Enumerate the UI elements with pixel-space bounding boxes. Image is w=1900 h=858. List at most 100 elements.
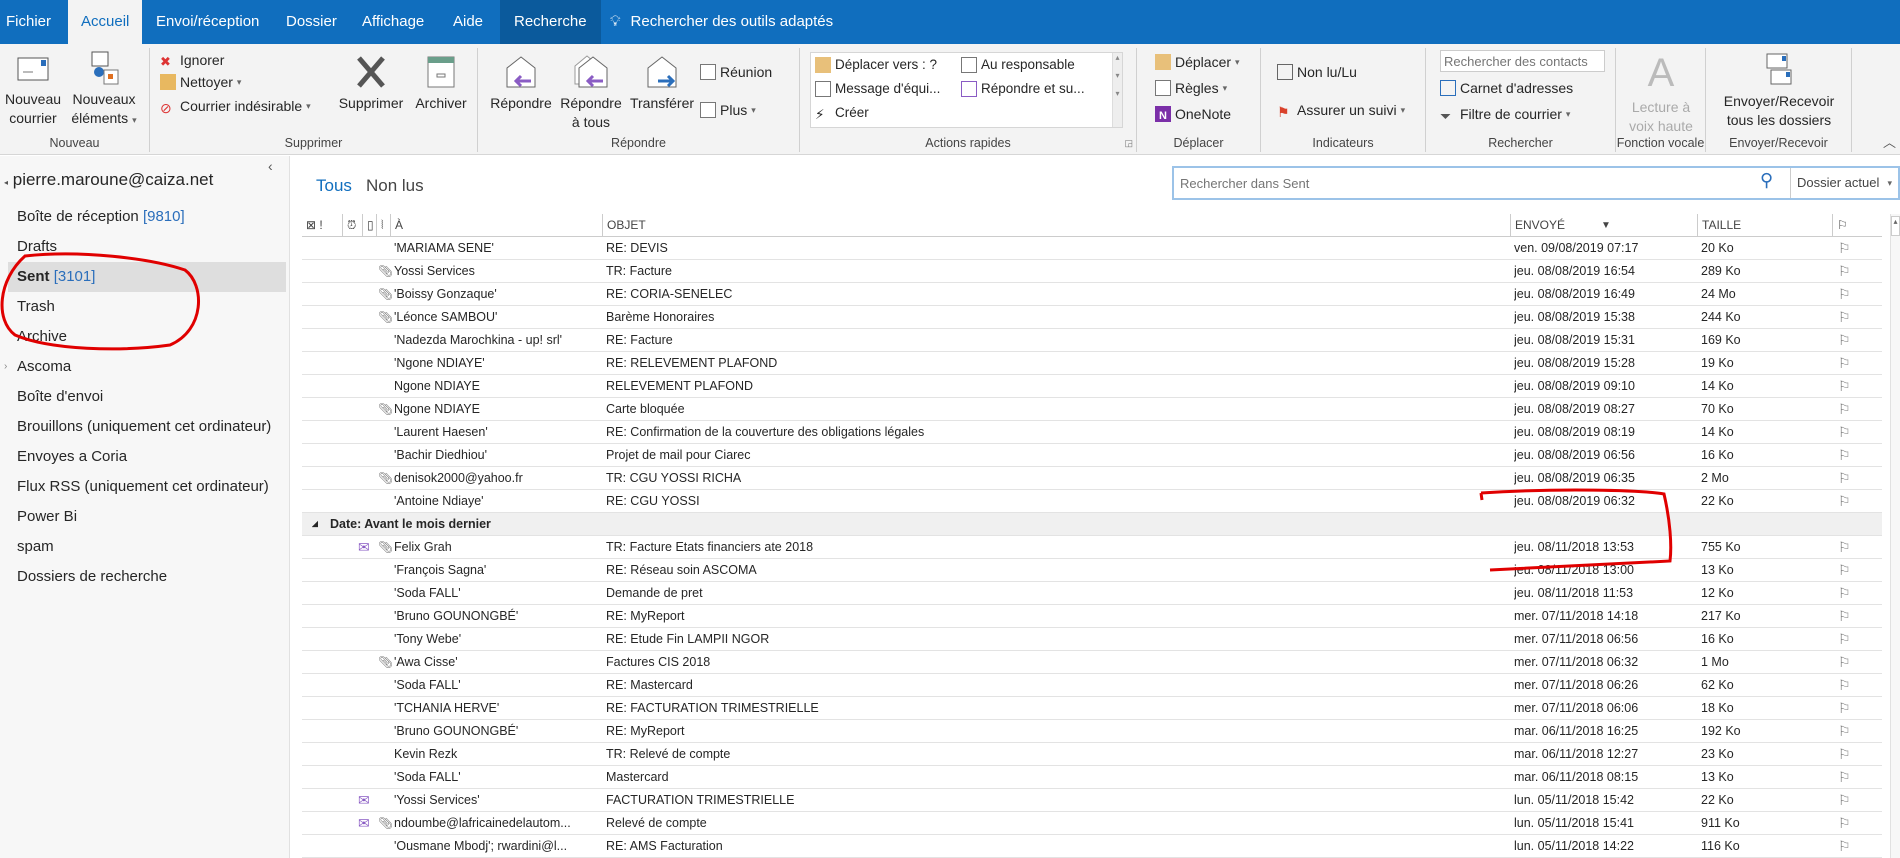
collapse-ribbon-icon[interactable]: ︿ xyxy=(1883,132,1896,151)
column-flag-icon[interactable]: ⚐ xyxy=(1832,214,1848,237)
flag-icon[interactable]: ⚐ xyxy=(1838,835,1851,857)
folder-item[interactable]: Trash xyxy=(8,292,286,322)
account-header[interactable]: ◂ pierre.maroune@caiza.net xyxy=(4,170,213,190)
message-row[interactable]: 'Bruno GOUNONGBÉ' RE: MyReport mar. 06/11/… xyxy=(302,720,1882,743)
tab-affichage[interactable]: Affichage xyxy=(352,0,434,44)
column-reminder-icon[interactable]: ⏰︎ xyxy=(342,214,356,237)
flag-icon[interactable]: ⚐ xyxy=(1838,628,1851,650)
message-row[interactable]: Kevin Rezk TR: Relevé de compte mar. 06/11… xyxy=(302,743,1882,766)
flag-icon[interactable]: ⚐ xyxy=(1838,789,1851,811)
dialog-launcher-icon[interactable]: ◲ xyxy=(1124,138,1133,149)
flag-icon[interactable]: ⚐ xyxy=(1838,260,1851,282)
expand-icon[interactable]: › xyxy=(4,352,7,382)
flag-icon[interactable]: ⚐ xyxy=(1838,421,1851,443)
flag-icon[interactable]: ⚐ xyxy=(1838,559,1851,581)
junk-button[interactable]: ⊘ Courrier indésirable ▾ xyxy=(160,96,311,116)
message-row[interactable]: 'Bachir Diedhiou' Projet de mail pour Cia… xyxy=(302,444,1882,467)
archive-button[interactable]: Archiver xyxy=(408,54,474,113)
message-row[interactable]: 'Soda FALL' Demande de pret jeu. 08/11/201… xyxy=(302,582,1882,605)
folder-item[interactable]: Power Bi xyxy=(8,502,286,532)
message-row[interactable]: 'Ousmane Mbodj'; rwardini@l... RE: AMS Fa… xyxy=(302,835,1882,858)
column-attachment-icon[interactable]: ⦚ xyxy=(376,214,384,237)
quick-step-to-manager[interactable]: Au responsable xyxy=(961,55,1075,75)
folder-item[interactable]: Drafts xyxy=(8,232,286,262)
group-header[interactable]: ◢ Date: Avant le mois dernier xyxy=(302,513,1882,536)
column-sent[interactable]: ENVOYÉ ▼ xyxy=(1510,214,1697,237)
message-row[interactable]: 'TCHANIA HERVE' RE: FACTURATION TRIMESTRI… xyxy=(302,697,1882,720)
message-row[interactable]: 'Laurent Haesen' RE: Confirmation de la c… xyxy=(302,421,1882,444)
filter-unread[interactable]: Non lus xyxy=(366,176,424,196)
folder-item[interactable]: Flux RSS (uniquement cet ordinateur) xyxy=(8,472,286,502)
message-row[interactable]: ✉ 'Yossi Services' FACTURATION TRIMESTRIEL… xyxy=(302,789,1882,812)
message-row[interactable]: 'Nadezda Marochkina - up! srl' RE: Factur… xyxy=(302,329,1882,352)
message-row[interactable]: 'MARIAMA SENE' RE: DEVIS ven. 09/08/2019 0… xyxy=(302,237,1882,260)
unread-read-button[interactable]: Non lu/Lu xyxy=(1277,62,1357,82)
column-to[interactable]: À xyxy=(390,214,403,237)
quick-step-reply-delete[interactable]: Répondre et su... xyxy=(961,79,1085,99)
column-size[interactable]: TAILLE xyxy=(1697,214,1741,237)
flag-icon[interactable]: ⚐ xyxy=(1838,352,1851,374)
message-row[interactable]: 📎︎ Yossi Services TR: Facture jeu. 08/08/20… xyxy=(302,260,1882,283)
flag-icon[interactable]: ⚐ xyxy=(1838,283,1851,305)
column-importance-icon[interactable]: ⊠ ! xyxy=(302,214,323,237)
flag-icon[interactable]: ⚐ xyxy=(1838,237,1851,259)
send-receive-all-button[interactable]: Envoyer/Recevoir tous les dossiers xyxy=(1706,52,1852,130)
reply-all-button[interactable]: Répondre à tous xyxy=(558,54,624,132)
move-button[interactable]: Déplacer ▾ xyxy=(1155,52,1240,72)
message-row[interactable]: 'François Sagna' RE: Réseau soin ASCOMA je… xyxy=(302,559,1882,582)
folder-item[interactable]: Dossiers de recherche xyxy=(8,562,286,592)
onenote-button[interactable]: N OneNote xyxy=(1155,104,1231,124)
search-icon[interactable]: ⚲ xyxy=(1760,170,1773,191)
column-icon-icon[interactable]: ▯ xyxy=(362,214,374,237)
message-row[interactable]: 'Soda FALL' RE: Mastercard mer. 07/11/2018… xyxy=(302,674,1882,697)
meeting-button[interactable]: Réunion xyxy=(700,62,772,82)
tell-me-search[interactable]: 💡︎ Rechercher des outils adaptés xyxy=(600,0,843,44)
message-row[interactable]: 'Soda FALL' Mastercard mar. 06/11/2018 08:… xyxy=(302,766,1882,789)
flag-icon[interactable]: ⚐ xyxy=(1838,697,1851,719)
message-row[interactable]: ✉ 📎︎ ndoumbe@lafricainedelautom... Relevé d… xyxy=(302,812,1882,835)
quick-step-team-email[interactable]: Message d'équi... xyxy=(815,79,940,99)
folder-item[interactable]: Brouillons (uniquement cet ordinateur) xyxy=(8,412,286,442)
message-row[interactable]: 'Bruno GOUNONGBÉ' RE: MyReport mer. 07/11/… xyxy=(302,605,1882,628)
flag-icon[interactable]: ⚐ xyxy=(1838,329,1851,351)
collapse-group-icon[interactable]: ◢ xyxy=(312,513,318,535)
forward-button[interactable]: Transférer xyxy=(626,54,698,113)
follow-up-button[interactable]: ⚑ Assurer un suivi ▾ xyxy=(1277,100,1405,120)
flag-icon[interactable]: ⚐ xyxy=(1838,720,1851,742)
flag-icon[interactable]: ⚐ xyxy=(1838,582,1851,604)
message-row[interactable]: 📎︎ 'Awa Cisse' Factures CIS 2018 mer. 07/11… xyxy=(302,651,1882,674)
tab-envoi-reception[interactable]: Envoi/réception xyxy=(146,0,269,44)
new-mail-button[interactable]: Nouveau courrier xyxy=(0,50,68,128)
flag-icon[interactable]: ⚐ xyxy=(1838,605,1851,627)
folder-item[interactable]: Sent [3101] xyxy=(8,262,286,292)
folder-item[interactable]: Boîte de réception [9810] xyxy=(8,202,286,232)
gallery-scroll[interactable]: ▴ ▾ ▾ xyxy=(1112,53,1122,127)
tab-accueil[interactable]: Accueil xyxy=(68,0,143,44)
flag-icon[interactable]: ⚐ xyxy=(1838,444,1851,466)
flag-icon[interactable]: ⚐ xyxy=(1838,674,1851,696)
search-scope-dropdown[interactable]: Dossier actuel ▾ xyxy=(1790,168,1898,198)
read-aloud-button[interactable]: A Lecture à voix haute xyxy=(1616,52,1706,136)
column-subject[interactable]: OBJET xyxy=(602,214,646,237)
folder-item[interactable]: Archive xyxy=(8,322,286,352)
flag-icon[interactable]: ⚐ xyxy=(1838,766,1851,788)
message-row[interactable]: 📎︎ denisok2000@yahoo.fr TR: CGU YOSSI RICH… xyxy=(302,467,1882,490)
new-items-button[interactable]: Nouveaux éléments ▾ xyxy=(68,50,140,130)
collapse-pane-icon[interactable]: ‹ xyxy=(268,158,273,174)
flag-icon[interactable]: ⚐ xyxy=(1838,467,1851,489)
quick-step-create[interactable]: ⚡︎ Créer xyxy=(815,103,869,123)
filter-email-button[interactable]: ⏷ Filtre de courrier ▾ xyxy=(1440,104,1570,124)
message-row[interactable]: 'Tony Webe' RE: Etude Fin LAMPII NGOR mer.… xyxy=(302,628,1882,651)
folder-item[interactable]: spam xyxy=(8,532,286,562)
folder-item[interactable]: › Ascoma xyxy=(4,352,286,382)
flag-icon[interactable]: ⚐ xyxy=(1838,536,1851,558)
flag-icon[interactable]: ⚐ xyxy=(1838,812,1851,834)
tab-fichier[interactable]: Fichier xyxy=(0,0,61,44)
flag-icon[interactable]: ⚐ xyxy=(1838,490,1851,512)
filter-all[interactable]: Tous xyxy=(316,176,352,196)
delete-button[interactable]: Supprimer xyxy=(334,54,408,113)
ignore-button[interactable]: ✖ Ignorer xyxy=(160,50,224,70)
list-scrollbar[interactable]: ▴ xyxy=(1890,214,1900,858)
flag-icon[interactable]: ⚐ xyxy=(1838,743,1851,765)
message-row[interactable]: 'Antoine Ndiaye' RE: CGU YOSSI jeu. 08/08/… xyxy=(302,490,1882,513)
